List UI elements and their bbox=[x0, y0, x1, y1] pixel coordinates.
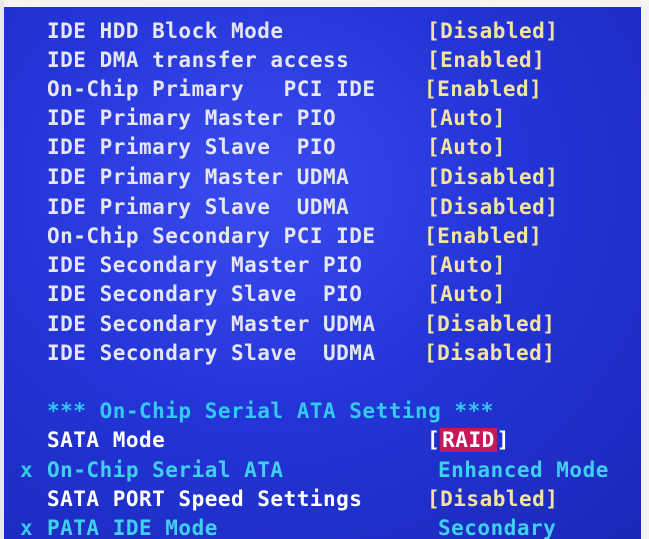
setting-value: Enhanced Mode bbox=[438, 458, 609, 482]
sata-section-header-row: *** On-Chip Serial ATA Setting *** bbox=[0, 399, 640, 427]
setting-row-sata-mode[interactable]: SATA Mode [RAID] bbox=[0, 428, 640, 456]
setting-label: On-Chip Serial ATA bbox=[47, 458, 284, 482]
setting-label: IDE Secondary Master UDMA bbox=[47, 312, 376, 336]
setting-value[interactable]: [Disabled] bbox=[427, 195, 558, 219]
setting-label: On-Chip Primary PCI IDE bbox=[47, 77, 376, 101]
setting-row-onchip-primary-pci-ide[interactable]: On-Chip Primary PCI IDE [Enabled] bbox=[0, 77, 640, 105]
setting-value[interactable]: [Disabled] bbox=[427, 19, 558, 43]
setting-value: Secondary bbox=[438, 516, 557, 539]
setting-value[interactable]: [Disabled] bbox=[424, 312, 555, 336]
setting-label: IDE Primary Master UDMA bbox=[47, 165, 350, 189]
setting-value[interactable]: [Auto] bbox=[427, 106, 506, 130]
unavailable-x-icon: x bbox=[20, 516, 34, 539]
unavailable-x-icon: x bbox=[20, 458, 34, 482]
setting-label: SATA PORT Speed Settings bbox=[47, 487, 363, 511]
setting-label: IDE HDD Block Mode bbox=[47, 19, 284, 43]
setting-row-onchip-serial-ata: x On-Chip Serial ATA Enhanced Mode bbox=[0, 458, 640, 486]
setting-row-sata-port-speed[interactable]: SATA PORT Speed Settings [Disabled] bbox=[0, 487, 640, 515]
setting-value[interactable]: [Enabled] bbox=[424, 224, 542, 248]
setting-value[interactable]: [Disabled] bbox=[424, 341, 555, 365]
setting-row-ide-secondary-slave-pio[interactable]: IDE Secondary Slave PIO [Auto] bbox=[0, 282, 640, 310]
setting-value[interactable]: [Auto] bbox=[427, 135, 506, 159]
photo-border-right bbox=[641, 0, 649, 539]
setting-row-ide-primary-slave-udma[interactable]: IDE Primary Slave UDMA [Disabled] bbox=[0, 195, 640, 223]
setting-row-ide-secondary-master-udma[interactable]: IDE Secondary Master UDMA [Disabled] bbox=[0, 312, 640, 340]
setting-value[interactable]: [Enabled] bbox=[424, 77, 542, 101]
setting-label: IDE Primary Slave UDMA bbox=[47, 195, 350, 219]
bracket-close: ] bbox=[496, 428, 510, 452]
setting-value[interactable]: [Disabled] bbox=[427, 165, 558, 189]
bios-setup-screen: IDE HDD Block Mode [Disabled] IDE DMA tr… bbox=[0, 0, 649, 539]
setting-row-ide-primary-master-udma[interactable]: IDE Primary Master UDMA [Disabled] bbox=[0, 165, 640, 193]
setting-row-ide-secondary-slave-udma[interactable]: IDE Secondary Slave UDMA [Disabled] bbox=[0, 341, 640, 369]
setting-value[interactable]: [Auto] bbox=[427, 253, 506, 277]
setting-label: IDE Secondary Master PIO bbox=[47, 253, 363, 277]
setting-label: SATA Mode bbox=[47, 428, 166, 452]
setting-row-ide-dma-transfer-access[interactable]: IDE DMA transfer access [Enabled] bbox=[0, 48, 640, 76]
setting-row-onchip-secondary-pci-ide[interactable]: On-Chip Secondary PCI IDE [Enabled] bbox=[0, 224, 640, 252]
sata-section-header: *** On-Chip Serial ATA Setting *** bbox=[47, 399, 494, 423]
bracket-open: [ bbox=[427, 428, 441, 452]
setting-row-ide-primary-master-pio[interactable]: IDE Primary Master PIO [Auto] bbox=[0, 106, 640, 134]
setting-label: IDE Secondary Slave PIO bbox=[47, 282, 363, 306]
setting-label: IDE Secondary Slave UDMA bbox=[47, 341, 376, 365]
setting-label: IDE Primary Master PIO bbox=[47, 106, 337, 130]
setting-value[interactable]: [Auto] bbox=[427, 282, 506, 306]
photo-border-top bbox=[0, 0, 649, 7]
setting-row-ide-secondary-master-pio[interactable]: IDE Secondary Master PIO [Auto] bbox=[0, 253, 640, 281]
selected-value-highlight[interactable]: RAID bbox=[440, 428, 497, 452]
setting-label: PATA IDE Mode bbox=[47, 516, 218, 539]
setting-label: IDE DMA transfer access bbox=[47, 48, 350, 72]
setting-value[interactable]: [Enabled] bbox=[427, 48, 545, 72]
setting-row-pata-ide-mode: x PATA IDE Mode Secondary bbox=[0, 516, 640, 539]
setting-label: IDE Primary Slave PIO bbox=[47, 135, 337, 159]
setting-row-ide-hdd-block-mode[interactable]: IDE HDD Block Mode [Disabled] bbox=[0, 19, 640, 47]
setting-row-ide-primary-slave-pio[interactable]: IDE Primary Slave PIO [Auto] bbox=[0, 135, 640, 163]
sata-mode-value[interactable]: [RAID] bbox=[427, 428, 510, 452]
setting-value[interactable]: [Disabled] bbox=[427, 487, 558, 511]
setting-label: On-Chip Secondary PCI IDE bbox=[47, 224, 376, 248]
